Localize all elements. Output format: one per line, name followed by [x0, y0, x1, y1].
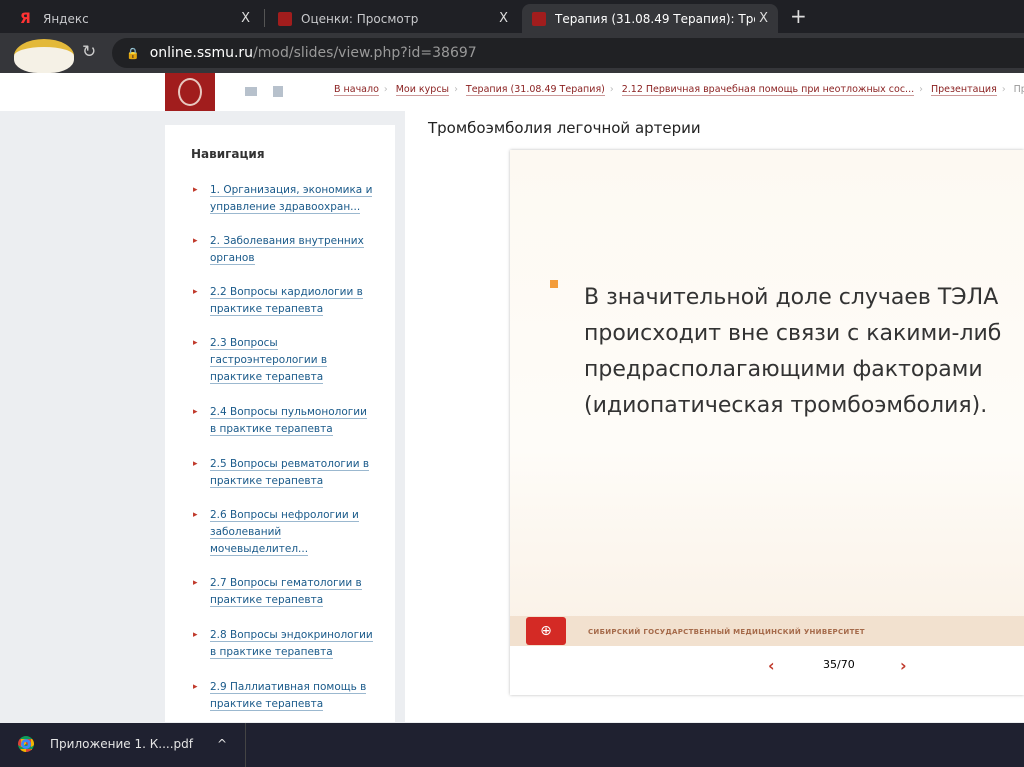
nav-item[interactable]: 2.2 Вопросы кардиологии в практике терап… [193, 284, 373, 318]
reload-icon[interactable]: ↻ [82, 42, 96, 62]
slide-counter: 35/70 [823, 658, 855, 671]
url-input[interactable]: 🔒 online.ssmu.ru/mod/slides/view.php?id=3… [112, 38, 1024, 68]
crumb-current: Презе [1013, 84, 1024, 95]
close-tab-icon[interactable]: X [759, 11, 768, 26]
crumb-section[interactable]: 2.12 Первичная врачебная помощь при неот… [621, 84, 915, 96]
tab-therapy[interactable]: Терапия (31.08.49 Терапия): Тро X [522, 4, 778, 33]
download-bar: Приложение 1. К....pdf ^ [0, 723, 1024, 767]
site-icon [278, 11, 292, 26]
slide-viewer: В значительной доле случаев ТЭЛА происход… [510, 150, 1024, 695]
medical-kit-icon: ⊕ [526, 617, 566, 645]
url-path: /mod/slides/view.php?id=38697 [253, 45, 477, 61]
nav-item[interactable]: 2.3 Вопросы гастроэнтерологии в практике… [193, 335, 343, 386]
mail-icon[interactable] [245, 87, 257, 96]
chrome-icon [18, 736, 34, 752]
chevron-up-icon[interactable]: ^ [217, 737, 227, 751]
avatar-icon[interactable] [14, 39, 74, 73]
crumb-course[interactable]: Терапия (31.08.49 Терапия) [465, 84, 605, 96]
nav-item[interactable]: 2.9 Паллиативная помощь в практике терап… [193, 679, 373, 713]
bullet-icon [550, 280, 558, 288]
download-filename: Приложение 1. К....pdf [50, 737, 193, 751]
divider [245, 723, 246, 767]
yandex-icon: Я [20, 10, 31, 27]
nav-item[interactable]: 2.8 Вопросы эндокринологии в практике те… [193, 627, 373, 661]
site-header: В начало › Мои курсы › Терапия (31.08.49 Т… [0, 73, 1024, 111]
nav-item[interactable]: 2.5 Вопросы ревматологии в практике тера… [193, 456, 373, 490]
site-icon [532, 11, 546, 26]
navigation-block: Навигация 1. Организация, экономика и уп… [165, 125, 395, 722]
crumb-my-courses[interactable]: Мои курсы [395, 84, 450, 96]
university-logo[interactable] [165, 73, 215, 111]
university-name: СИБИРСКИЙ ГОСУДАРСТВЕННЫЙ МЕДИЦИНСКИЙ УН… [588, 628, 865, 636]
download-item[interactable]: Приложение 1. К....pdf ^ [18, 736, 227, 752]
new-tab-button[interactable]: + [790, 4, 807, 28]
breadcrumb: В начало › Мои курсы › Терапия (31.08.49 Т… [334, 84, 1024, 96]
address-bar: ↻ 🔒 online.ssmu.ru/mod/slides/view.php?id… [0, 33, 1024, 73]
slide-text: В значительной доле случаев ТЭЛА происход… [584, 285, 1002, 418]
crumb-presentation[interactable]: Презентация [930, 84, 997, 96]
crumb-home[interactable]: В начало [334, 84, 379, 96]
nav-item[interactable]: 2.6 Вопросы нефрологии и заболеваний моч… [193, 507, 363, 558]
url-host: online.ssmu.ru [149, 45, 254, 61]
tab-label: Оценки: Просмотр [301, 11, 419, 26]
close-tab-icon[interactable]: X [241, 11, 250, 26]
tab-label: Терапия (31.08.49 Терапия): Тро [555, 11, 755, 26]
nav-item[interactable]: 1. Организация, экономика и управление з… [193, 182, 373, 216]
nav-item[interactable]: 2.4 Вопросы пульмонологии в практике тер… [193, 404, 373, 438]
lock-icon: 🔒 [126, 46, 140, 60]
tab-grades[interactable]: Оценки: Просмотр X [268, 4, 518, 33]
calendar-icon[interactable] [273, 86, 283, 97]
next-slide-button[interactable]: › [900, 656, 907, 675]
tab-bar: Я Яндекс X Оценки: Просмотр X Терапия (31.0… [0, 0, 1024, 33]
close-tab-icon[interactable]: X [499, 11, 508, 26]
nav-item[interactable]: 2. Заболевания внутренних органов [193, 233, 373, 267]
page-title: Тромбоэмболия легочной артерии [428, 119, 701, 137]
tab-label: Яндекс [43, 11, 89, 26]
divider [264, 9, 265, 27]
navigation-title: Навигация [191, 147, 265, 161]
tab-yandex[interactable]: Я Яндекс X [10, 4, 260, 33]
prev-slide-button[interactable]: ‹ [768, 656, 775, 675]
nav-item[interactable]: 2.7 Вопросы гематологии в практике терап… [193, 575, 373, 609]
